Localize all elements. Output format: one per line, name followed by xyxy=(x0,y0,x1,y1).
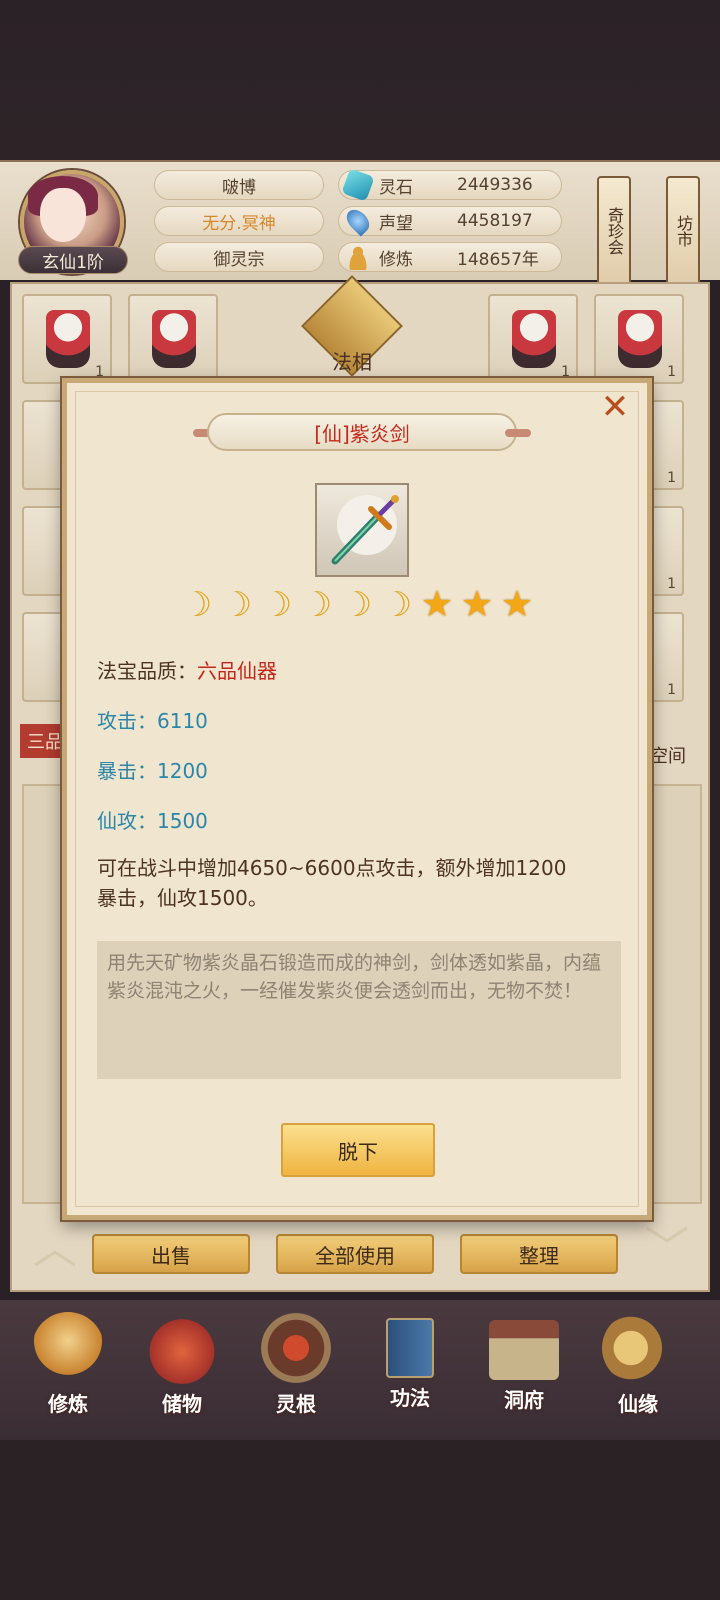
moon-icon: ☽ xyxy=(181,585,213,625)
moon-icon: ☽ xyxy=(301,585,333,625)
star-icon: ★ xyxy=(420,584,454,625)
close-icon[interactable]: ✕ xyxy=(597,389,633,425)
lore-text: 用先天矿物紫炎晶石锻造而成的神剑，剑体透如紫晶，内蕴紫炎混沌之火，一经催发紫炎便… xyxy=(97,941,621,1079)
crit-row: 暴击：1200 xyxy=(97,759,208,783)
item-detail-dialog: [仙]紫炎剑 ✕ ☽ ☽ ☽ ☽ ☽ ☽ ★ ★ ★ 法宝品质：六品仙器 攻击：… xyxy=(62,378,652,1220)
immortal-attack-row: 仙攻：1500 xyxy=(97,809,208,833)
star-icon: ★ xyxy=(500,584,534,625)
moon-icon: ☽ xyxy=(261,585,293,625)
grade-stars: ☽ ☽ ☽ ☽ ☽ ☽ ★ ★ ★ xyxy=(67,587,647,627)
effect-description: 可在战斗中增加4650~6600点攻击，额外增加1200 暴击，仙攻1500。 xyxy=(97,856,567,910)
item-title: [仙]紫炎剑 xyxy=(207,413,517,451)
star-icon: ★ xyxy=(460,584,494,625)
moon-icon: ☽ xyxy=(381,585,413,625)
unequip-button[interactable]: 脱下 xyxy=(281,1123,435,1177)
moon-icon: ☽ xyxy=(341,585,373,625)
moon-icon: ☽ xyxy=(221,585,253,625)
attack-row: 攻击：6110 xyxy=(97,709,208,733)
title-ornament-right xyxy=(505,429,531,437)
quality-row: 法宝品质：六品仙器 xyxy=(97,659,277,683)
sword-icon xyxy=(331,495,399,565)
item-frame xyxy=(315,483,409,577)
